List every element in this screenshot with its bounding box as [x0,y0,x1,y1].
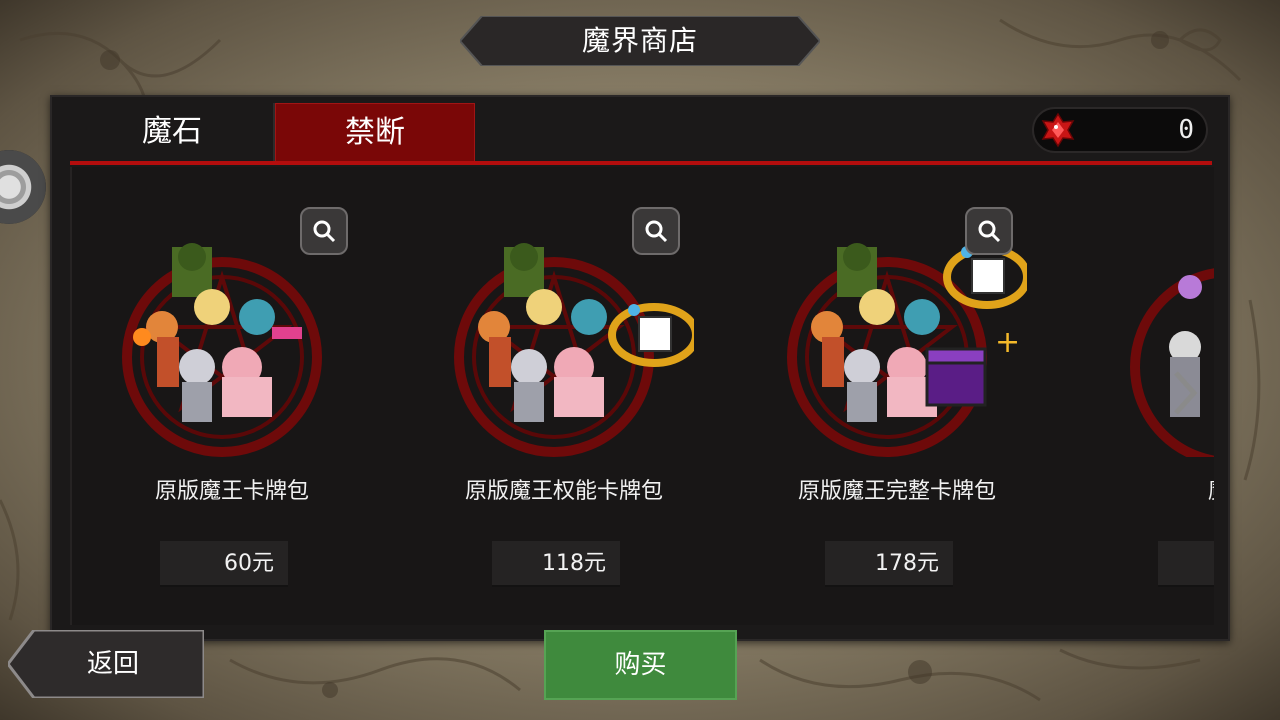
page-title: 魔界商店 [581,24,698,57]
tab-underline [70,161,1212,165]
product-name: 原版魔王权能卡牌包 [464,479,663,504]
product-price [1158,541,1214,587]
product-card[interactable]: 原版魔王卡牌包 60元 [82,167,382,625]
magnifier-icon [645,220,668,243]
shop-panel: 魔石 禁断 0 原版魔王卡牌包 60元 原版魔王权能卡牌包 118元 + 原版魔… [50,95,1230,641]
svg-text:+: + [995,325,1020,360]
zoom-button[interactable] [300,207,348,255]
currency-display: 0 [1032,107,1208,153]
product-price: 178元 [825,541,953,587]
product-carousel[interactable]: 原版魔王卡牌包 60元 原版魔王权能卡牌包 118元 + 原版魔王完整卡牌包 1… [70,167,1214,625]
product-card[interactable]: 原版魔王权能卡牌包 118元 [414,167,714,625]
product-price: 60元 [160,541,288,587]
back-button-label: 返回 [86,649,139,679]
product-name: 魔王 [1080,473,1214,505]
magnifier-icon [978,220,1001,243]
title-banner: 魔界商店 [460,16,820,66]
product-name: 原版魔王完整卡牌包 [797,479,996,504]
zoom-button[interactable] [632,207,680,255]
tab-magic-stone[interactable]: 魔石 [72,103,272,161]
product-price: 118元 [492,541,620,587]
tab-forbidden[interactable]: 禁断 [275,103,475,161]
product-name: 原版魔王卡牌包 [154,479,309,504]
product-card[interactable]: + 原版魔王完整卡牌包 178元 [747,167,1047,625]
currency-value: 0 [1178,115,1194,145]
chevron-right-icon[interactable] [1170,369,1200,417]
red-gem-icon [1041,112,1075,148]
buy-button[interactable]: 购买 [544,630,737,700]
demon-lords-art [1130,268,1214,457]
magnifier-icon [313,220,336,243]
zoom-button[interactable] [965,207,1013,255]
back-button[interactable]: 返回 [8,630,204,698]
